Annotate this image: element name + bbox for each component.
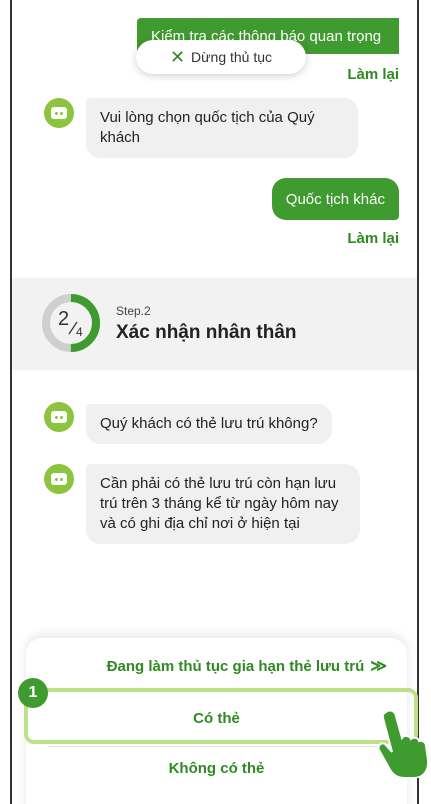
bot-message-text: Cần phải có thẻ lưu trú còn hạn lưu trú … <box>100 475 339 532</box>
close-icon: ✕ <box>169 47 186 67</box>
bot-avatar-icon <box>44 402 74 432</box>
step-badge: 1 <box>18 678 48 708</box>
step-title: Xác nhận nhân thân <box>116 322 297 343</box>
double-chevron-right-icon: ≫ <box>370 658 387 675</box>
redo-link[interactable]: Làm lại <box>347 230 399 247</box>
bot-message-bubble: Cần phải có thẻ lưu trú còn hạn lưu trú … <box>86 464 360 544</box>
bot-avatar-icon <box>44 464 74 494</box>
bot-message-bubble: Vui lòng chọn quốc tịch của Quý khách <box>86 98 358 158</box>
user-message-bubble: Quốc tịch khác <box>271 178 399 220</box>
bot-message-bubble: Quý khách có thẻ lưu trú không? <box>86 404 332 444</box>
redo-link[interactable]: Làm lại <box>347 66 399 83</box>
divider <box>48 746 385 747</box>
step-current: 2 <box>58 308 69 330</box>
step-number-label: Step.2 <box>116 304 151 318</box>
stop-procedure-label: Dừng thủ tục <box>191 49 273 65</box>
step-total: 4 <box>76 325 83 339</box>
bot-avatar-icon <box>44 98 74 128</box>
processing-link[interactable]: Đang làm thủ tục gia hạn thẻ lưu trú ≫ <box>107 656 387 676</box>
step-header: 2 4 Step.2 Xác nhận nhân thân <box>12 278 417 370</box>
pointing-hand-icon <box>377 709 430 778</box>
user-message-text: Quốc tịch khác <box>285 190 385 208</box>
highlight-frame <box>24 688 418 744</box>
stop-procedure-button[interactable]: ✕ Dừng thủ tục <box>136 40 306 74</box>
option-no-card-button[interactable]: Không có thẻ <box>26 760 407 777</box>
step-progress-ring-icon: 2 4 <box>42 294 100 352</box>
bot-message-text: Quý khách có thẻ lưu trú không? <box>100 415 318 432</box>
processing-label: Đang làm thủ tục gia hạn thẻ lưu trú <box>106 657 365 675</box>
bot-message-text: Vui lòng chọn quốc tịch của Quý khách <box>100 109 315 146</box>
chat-screen: Kiểm tra các thông báo quan trọng ✕ Dừng… <box>10 0 419 804</box>
